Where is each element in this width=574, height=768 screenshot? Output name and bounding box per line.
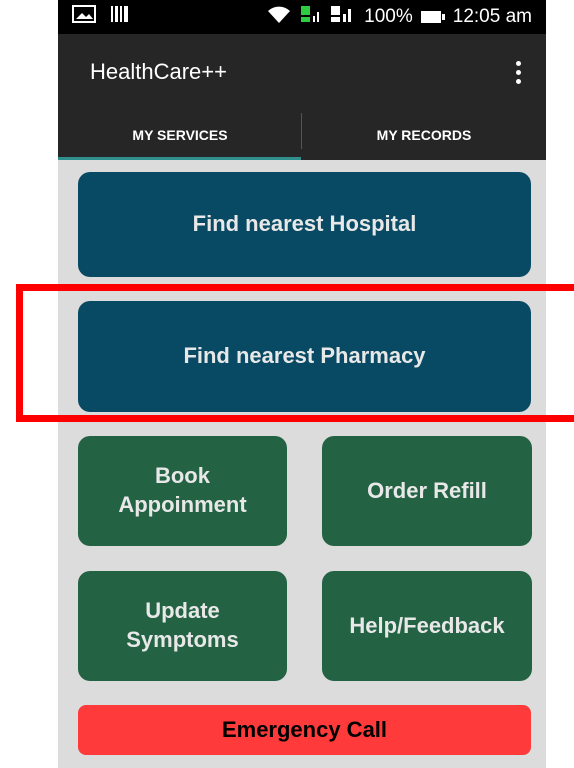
app-bar: HealthCare++ xyxy=(58,34,546,110)
order-refill-button[interactable]: Order Refill xyxy=(322,436,532,546)
battery-icon xyxy=(420,11,445,23)
emergency-call-button[interactable]: Emergency Call xyxy=(78,705,531,755)
book-appointment-button[interactable]: Book Appoinment xyxy=(78,436,287,546)
button-label: Update Symptoms xyxy=(126,598,239,652)
image-icon xyxy=(72,5,96,29)
sim2-signal-icon xyxy=(330,4,356,30)
tab-divider xyxy=(301,113,302,149)
tab-label: MY RECORDS xyxy=(376,127,472,143)
sim1-signal-icon xyxy=(300,4,322,30)
button-label: Find nearest Pharmacy xyxy=(183,343,426,369)
tab-label: MY SERVICES xyxy=(132,127,228,143)
tab-my-records[interactable]: MY RECORDS xyxy=(302,110,546,160)
button-label: Book Appoinment xyxy=(118,463,247,517)
find-pharmacy-button[interactable]: Find nearest Pharmacy xyxy=(78,301,531,412)
wifi-icon xyxy=(266,4,292,30)
find-hospital-button[interactable]: Find nearest Hospital xyxy=(78,172,531,277)
tab-my-services[interactable]: MY SERVICES xyxy=(58,110,302,160)
button-label: Find nearest Hospital xyxy=(192,211,417,237)
button-label: Emergency Call xyxy=(221,716,388,742)
help-feedback-button[interactable]: Help/Feedback xyxy=(322,571,532,681)
barcode-icon xyxy=(110,5,130,29)
button-label: Help/Feedback xyxy=(349,612,505,638)
phone-screen: 100% 12:05 am HealthCare++ MY SERVICES M… xyxy=(58,0,546,768)
tab-bar: MY SERVICES MY RECORDS xyxy=(58,110,546,160)
update-symptoms-button[interactable]: Update Symptoms xyxy=(78,571,287,681)
button-label: Order Refill xyxy=(367,477,487,503)
services-panel: Find nearest Hospital Find nearest Pharm… xyxy=(58,160,546,768)
app-title: HealthCare++ xyxy=(90,59,227,84)
more-vert-icon[interactable] xyxy=(508,57,528,87)
battery-percent: 100% xyxy=(364,6,413,27)
status-bar: 100% 12:05 am xyxy=(58,0,546,34)
clock: 12:05 am xyxy=(452,6,532,27)
